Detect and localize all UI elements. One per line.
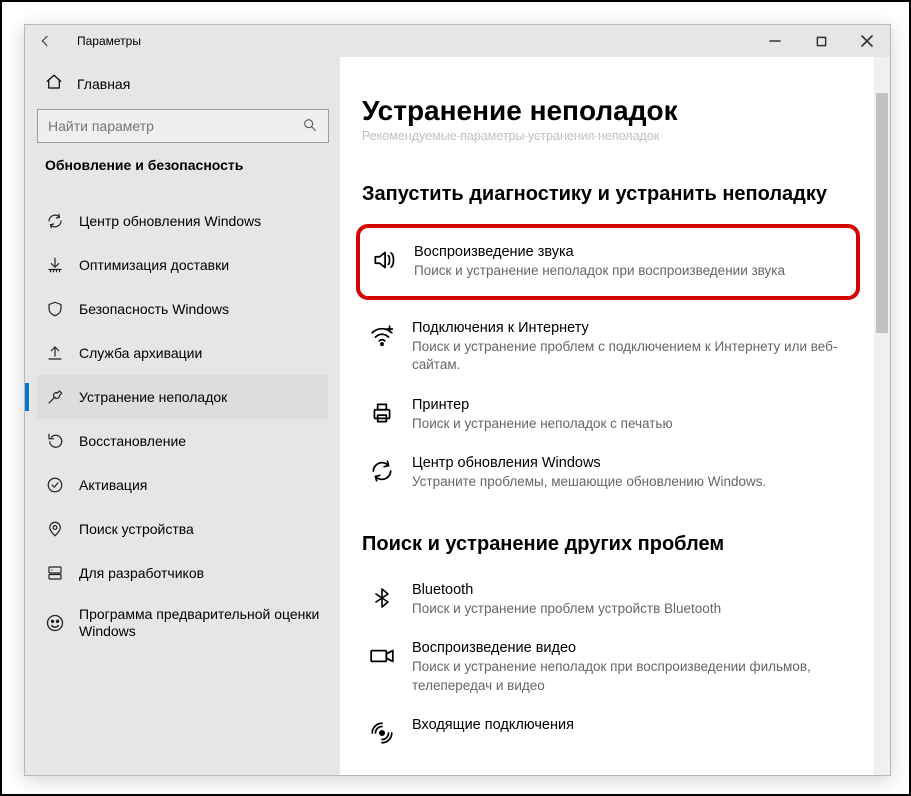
nav-label: Для разработчиков: [79, 565, 204, 581]
troubleshooter-audio-playback[interactable]: Воспроизведение звука Поиск и устранение…: [364, 236, 846, 288]
nav-find-device[interactable]: Поиск устройства: [37, 507, 328, 551]
troubleshooter-internet[interactable]: Подключения к Интернету Поиск и устранен…: [362, 312, 860, 382]
troubleshooter-title: Принтер: [412, 397, 673, 413]
nav-activation[interactable]: Активация: [37, 463, 328, 507]
troubleshooter-desc: Поиск и устранение неполадок при воспрои…: [414, 262, 785, 280]
recommended-hint: Рекомендуемые параметры устранения непол…: [362, 129, 860, 143]
troubleshooter-printer[interactable]: Принтер Поиск и устранение неполадок с п…: [362, 389, 860, 441]
nav-backup[interactable]: Служба архивации: [37, 331, 328, 375]
scrollbar-thumb[interactable]: [876, 93, 888, 333]
nav-home-label: Главная: [77, 76, 130, 92]
upload-icon: [45, 343, 65, 363]
sync-icon: [45, 211, 65, 231]
nav-home[interactable]: Главная: [37, 65, 328, 103]
maximize-button[interactable]: [798, 25, 844, 57]
video-icon: [368, 642, 396, 670]
titlebar-left: Параметры: [35, 31, 141, 51]
search-icon: [302, 117, 318, 138]
nav-label: Оптимизация доставки: [79, 257, 229, 273]
speaker-icon: [370, 246, 398, 274]
nav-label: Поиск устройства: [79, 521, 194, 537]
titlebar: Параметры: [25, 25, 890, 57]
nav-troubleshoot[interactable]: Устранение неполадок: [37, 375, 328, 419]
highlight-frame: Воспроизведение звука Поиск и устранение…: [356, 224, 860, 300]
main-content: Устранение неполадок Рекомендуемые парам…: [340, 57, 890, 775]
sidebar: Главная Обновление и безопасность Центр …: [25, 57, 340, 775]
location-icon: [45, 519, 65, 539]
nav-developers[interactable]: Для разработчиков: [37, 551, 328, 595]
sync-icon: [368, 457, 396, 485]
wrench-icon: [45, 387, 65, 407]
search-box[interactable]: [37, 109, 329, 143]
section-other-problems: Поиск и устранение других проблем: [362, 533, 860, 556]
section-run-diagnostics: Запустить диагностику и устранить непола…: [362, 183, 860, 206]
troubleshooter-desc: Поиск и устранение проблем устройств Blu…: [412, 600, 721, 618]
shield-icon: [45, 299, 65, 319]
troubleshooter-title: Центр обновления Windows: [412, 455, 766, 471]
bluetooth-icon: [368, 584, 396, 612]
troubleshooter-incoming-connections[interactable]: Входящие подключения: [362, 709, 860, 755]
nav-label: Устранение неполадок: [79, 389, 227, 405]
nav-windows-security[interactable]: Безопасность Windows: [37, 287, 328, 331]
nav-label: Служба архивации: [79, 345, 202, 361]
search-input[interactable]: [38, 118, 328, 134]
troubleshooter-title: Воспроизведение видео: [412, 640, 854, 656]
troubleshooter-desc: Поиск и устранение неполадок при воспрои…: [412, 658, 854, 694]
home-icon: [45, 73, 63, 96]
back-button[interactable]: [35, 31, 55, 51]
printer-icon: [368, 399, 396, 427]
check-icon: [45, 475, 65, 495]
troubleshooter-bluetooth[interactable]: Bluetooth Поиск и устранение проблем уст…: [362, 574, 860, 626]
settings-window: Параметры Главная: [24, 24, 891, 776]
troubleshooter-title: Воспроизведение звука: [414, 244, 785, 260]
nav-delivery-optimization[interactable]: Оптимизация доставки: [37, 243, 328, 287]
nav-windows-update[interactable]: Центр обновления Windows: [37, 199, 328, 243]
window-controls: [752, 25, 890, 57]
troubleshooter-title: Подключения к Интернету: [412, 320, 854, 336]
nav-label: Программа предварительной оценки Windows: [79, 606, 320, 641]
troubleshooter-title: Bluetooth: [412, 582, 721, 598]
nav-recovery[interactable]: Восстановление: [37, 419, 328, 463]
troubleshooter-title: Входящие подключения: [412, 717, 574, 733]
troubleshooter-video-playback[interactable]: Воспроизведение видео Поиск и устранение…: [362, 632, 860, 702]
nav-label: Восстановление: [79, 433, 186, 449]
content-scrollbar[interactable]: [874, 57, 890, 775]
incoming-icon: [368, 719, 396, 747]
page-title: Устранение неполадок: [362, 95, 860, 127]
troubleshooter-desc: Поиск и устранение проблем с подключение…: [412, 338, 854, 374]
window-title: Параметры: [77, 34, 141, 48]
troubleshooter-desc: Поиск и устранение неполадок с печатью: [412, 415, 673, 433]
recovery-icon: [45, 431, 65, 451]
nav-label: Безопасность Windows: [79, 301, 229, 317]
minimize-button[interactable]: [752, 25, 798, 57]
download-icon: [45, 255, 65, 275]
troubleshooter-windows-update[interactable]: Центр обновления Windows Устраните пробл…: [362, 447, 860, 499]
sidebar-section-title: Обновление и безопасность: [37, 157, 328, 185]
insider-icon: [45, 613, 65, 633]
nav-label: Центр обновления Windows: [79, 213, 261, 229]
nav-insider[interactable]: Программа предварительной оценки Windows: [37, 595, 328, 651]
nav-label: Активация: [79, 477, 147, 493]
troubleshooter-desc: Устраните проблемы, мешающие обновлению …: [412, 473, 766, 491]
developer-icon: [45, 563, 65, 583]
wifi-icon: [368, 322, 396, 350]
close-button[interactable]: [844, 25, 890, 57]
